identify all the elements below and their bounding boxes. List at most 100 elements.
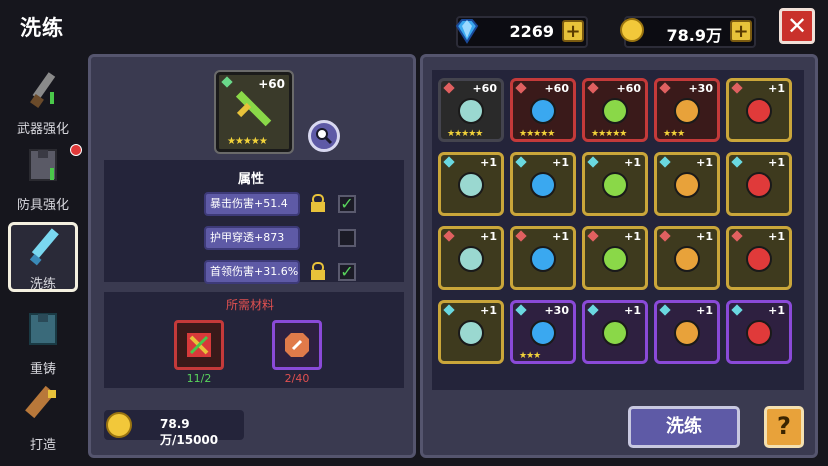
inventory-slot[interactable]: +1 — [510, 226, 576, 290]
gem-icon — [659, 82, 671, 94]
item-icon — [530, 320, 556, 346]
gem-icon — [587, 230, 599, 242]
item-icon — [746, 98, 772, 124]
gold-coin-icon — [106, 412, 132, 438]
item-level: +30 — [688, 82, 713, 95]
gem-icon — [731, 230, 743, 242]
inventory-slot[interactable]: +1 — [510, 152, 576, 216]
item-level: +1 — [480, 304, 497, 317]
add-gold-button[interactable]: + — [730, 20, 752, 42]
gem-icon — [515, 82, 527, 94]
gem-icon — [587, 304, 599, 316]
diamond-icon — [455, 19, 479, 44]
item-stars: ★★★★★ — [447, 129, 483, 139]
inventory-slot[interactable]: +1 — [438, 152, 504, 216]
item-level: +60 — [258, 77, 285, 91]
notification-dot — [70, 144, 82, 156]
item-icon — [602, 98, 628, 124]
item-level: +30 — [544, 304, 569, 317]
reforge-icon — [29, 313, 57, 345]
item-level: +1 — [696, 156, 713, 169]
gem-icon — [443, 156, 455, 168]
gem-icon — [443, 82, 455, 94]
lock-icon[interactable] — [310, 194, 326, 212]
item-level: +1 — [696, 230, 713, 243]
materials-title: 所需材料 — [226, 298, 275, 312]
stone-icon — [285, 333, 309, 357]
inventory-slot[interactable]: +1 — [726, 78, 792, 142]
gem-icon — [515, 230, 527, 242]
attribute-checkbox[interactable]: ✓ — [338, 195, 356, 213]
inventory-slot[interactable]: +60 ★★★★★ — [582, 78, 648, 142]
item-icon — [458, 320, 484, 346]
item-icon — [530, 98, 556, 124]
item-level: +1 — [768, 230, 785, 243]
inventory-slot[interactable]: +1 — [582, 300, 648, 364]
sidebar-item-forge[interactable]: 打造 — [8, 382, 78, 453]
sidebar-item-reforge[interactable]: 重铸 — [8, 306, 78, 377]
inventory-slot[interactable]: +1 — [582, 152, 648, 216]
gem-icon — [515, 156, 527, 168]
inventory-slot[interactable]: +1 — [582, 226, 648, 290]
item-icon — [674, 98, 700, 124]
inventory-slot[interactable]: +1 — [726, 300, 792, 364]
gem-icon — [587, 82, 599, 94]
sidebar-label: 洗练 — [29, 277, 56, 292]
inventory-slot[interactable]: +1 — [438, 226, 504, 290]
cost-value: 78.9万/15000 — [160, 417, 219, 447]
item-icon — [530, 246, 556, 272]
material-slot[interactable] — [272, 320, 322, 370]
inventory-slot[interactable]: +1 — [654, 152, 720, 216]
inventory-grid[interactable]: +60 ★★★★★ +60 ★★★★★ +60 ★★★★★ +30 ★★★ +1 +1 +1 +1 +1… — [432, 70, 804, 390]
gem-icon — [443, 304, 455, 316]
item-icon — [674, 172, 700, 198]
diamond-counter: 2269 + — [455, 16, 588, 48]
inspect-button[interactable] — [308, 120, 340, 152]
material-count: 11/2 — [186, 372, 212, 385]
magnifier-icon — [316, 128, 333, 145]
gem-icon — [731, 82, 743, 94]
inventory-slot[interactable]: +1 — [654, 226, 720, 290]
inventory-slot[interactable]: +1 — [654, 300, 720, 364]
attribute-row: 首领伤害+31.6% — [204, 260, 300, 284]
inventory-slot[interactable]: +30 ★★★ — [510, 300, 576, 364]
sidebar-item-refine[interactable]: 洗练 — [8, 222, 78, 292]
attribute-checkbox[interactable] — [338, 229, 356, 247]
item-icon — [530, 172, 556, 198]
selected-item-slot[interactable]: +60 ★★★★★ — [214, 70, 294, 154]
item-level: +1 — [624, 230, 641, 243]
inventory-slot[interactable]: +60 ★★★★★ — [510, 78, 576, 142]
gem-icon — [587, 156, 599, 168]
attribute-checkbox[interactable]: ✓ — [338, 263, 356, 281]
sidebar-item-armor-upgrade[interactable]: 防具强化 — [8, 142, 82, 213]
refine-button[interactable]: 洗练 — [628, 406, 740, 448]
gem-icon — [731, 304, 743, 316]
material-slot[interactable] — [174, 320, 224, 370]
add-diamonds-button[interactable]: + — [562, 20, 584, 42]
inventory-slot[interactable]: +30 ★★★ — [654, 78, 720, 142]
item-level: +1 — [624, 304, 641, 317]
help-button[interactable]: ? — [764, 406, 804, 448]
gold-counter: 78.9万 + — [620, 16, 756, 48]
gold-amount: 78.9万 — [666, 26, 722, 45]
item-level: +1 — [768, 156, 785, 169]
item-level: +60 — [472, 82, 497, 95]
attribute-row: 护甲穿透+873 — [204, 226, 300, 250]
attributes-title: 属性 — [238, 172, 265, 187]
inventory-slot[interactable]: +1 — [726, 226, 792, 290]
item-level: +1 — [696, 304, 713, 317]
sidebar-item-weapon-upgrade[interactable]: 武器强化 — [8, 66, 78, 137]
item-level: +1 — [480, 230, 497, 243]
item-level: +1 — [552, 230, 569, 243]
armor-upgrade-icon — [29, 149, 57, 181]
inventory-slot[interactable]: +1 — [726, 152, 792, 216]
item-stars: ★★★★★ — [227, 136, 268, 147]
close-button[interactable]: ✕ — [779, 8, 815, 44]
inventory-slot[interactable]: +60 ★★★★★ — [438, 78, 504, 142]
sidebar-label: 重铸 — [29, 362, 56, 377]
sidebar-label: 武器强化 — [16, 122, 69, 137]
inventory-slot[interactable]: +1 — [438, 300, 504, 364]
gem-icon — [659, 230, 671, 242]
gem-icon — [515, 304, 527, 316]
lock-icon[interactable] — [310, 262, 326, 280]
